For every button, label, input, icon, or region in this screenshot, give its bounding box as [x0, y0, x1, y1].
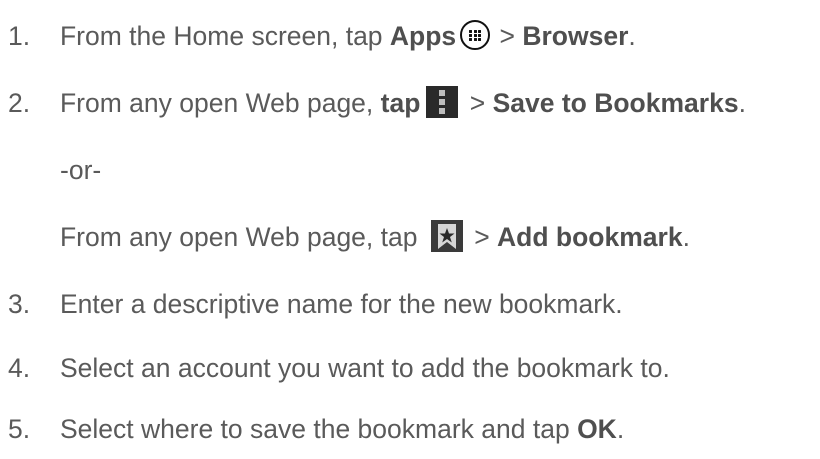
step-text: Enter a descriptive name for the new boo… — [60, 289, 623, 319]
save-to-bookmarks-label: Save to Bookmarks — [492, 88, 739, 118]
step-number: 3. — [8, 289, 31, 319]
step-text-pre: From the Home screen, tap — [60, 21, 390, 51]
step-number: 1. — [8, 21, 31, 51]
or-text: -or- — [60, 155, 102, 185]
step-separator: > — [492, 21, 523, 51]
apps-label: Apps — [389, 21, 457, 51]
step-text: From any open Web page, tap > Save to Bo… — [60, 86, 746, 121]
step-text: From any open Web page, tap > Add bookma… — [60, 220, 690, 255]
apps-grid-icon — [460, 20, 491, 50]
step-number: 5. — [8, 414, 31, 444]
browser-label: Browser — [522, 21, 629, 51]
step-text-post: . — [628, 21, 636, 51]
step-number: 4. — [8, 353, 31, 383]
step-text: Select where to save the bookmark and ta… — [60, 414, 624, 444]
menu-overflow-icon — [426, 86, 459, 118]
step-text: Select an account you want to add the bo… — [60, 353, 670, 383]
step-number: 2. — [8, 88, 31, 118]
step-separator: > — [466, 222, 498, 252]
step-text-post: . — [738, 88, 746, 118]
step-text-pre: From any open Web page, — [60, 88, 381, 118]
step-text-pre: From any open Web page, tap — [60, 222, 425, 252]
step-text: From the Home screen, tap Apps > Browser… — [60, 20, 636, 53]
tap-label: tap — [380, 88, 421, 118]
ok-label: OK — [577, 414, 617, 444]
step-separator: > — [462, 88, 493, 118]
bookmark-star-icon — [430, 220, 463, 252]
step-text-post: . — [616, 414, 625, 444]
step-text-pre: Select where to save the bookmark and ta… — [60, 414, 578, 444]
add-bookmark-label: Add bookmark — [497, 222, 683, 252]
step-text-post: . — [682, 222, 690, 252]
